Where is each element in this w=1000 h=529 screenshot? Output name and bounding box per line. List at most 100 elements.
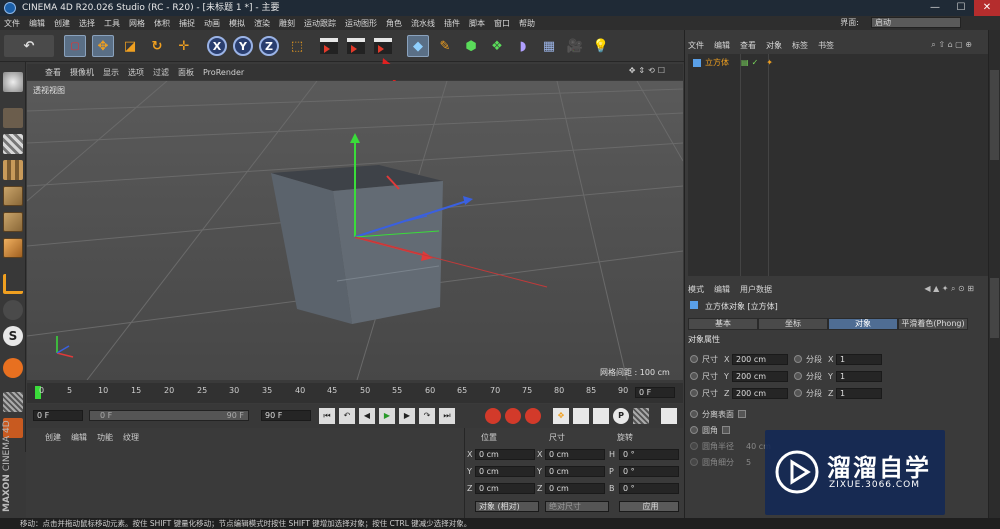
mat-menu-create[interactable]: 创建: [45, 432, 61, 443]
anim-dot-icon[interactable]: [690, 426, 698, 434]
live-selection-button[interactable]: ▢: [64, 35, 86, 57]
vp-menu-display[interactable]: 显示: [103, 67, 119, 78]
go-to-start-button[interactable]: ⏮: [319, 408, 335, 424]
keyframe-selection-icon[interactable]: [525, 408, 541, 424]
anim-dot-icon[interactable]: [690, 410, 698, 418]
menu-pipeline[interactable]: 流水线: [411, 18, 435, 29]
deformer-button[interactable]: ◗: [512, 35, 534, 57]
rotation-b-field[interactable]: 0 °: [619, 483, 679, 494]
texture-mode-button[interactable]: [3, 134, 23, 154]
layout-dropdown[interactable]: 启动: [871, 17, 961, 28]
mat-menu-function[interactable]: 功能: [97, 432, 113, 443]
attr-menu-userdata[interactable]: 用户数据: [740, 284, 772, 295]
menu-mograph[interactable]: 运动图形: [345, 18, 377, 29]
side-tab-strip[interactable]: [988, 30, 1000, 529]
timeline-window-icon[interactable]: [661, 408, 677, 424]
cube-object[interactable]: [271, 165, 443, 324]
anim-dot-icon[interactable]: [690, 442, 698, 450]
menu-volume[interactable]: 体积: [154, 18, 170, 29]
camera-button[interactable]: 🎥: [564, 35, 586, 57]
axis-mode-button[interactable]: [3, 274, 23, 294]
locked-workplane-button[interactable]: [3, 392, 23, 412]
enable-snap-button[interactable]: [3, 358, 23, 378]
obj-menu-tags[interactable]: 标签: [792, 40, 808, 51]
floor-button[interactable]: ▦: [538, 35, 560, 57]
render-picture-viewer-button[interactable]: [345, 35, 367, 57]
attr-menu-edit[interactable]: 编辑: [714, 284, 730, 295]
polygons-mode-button[interactable]: [3, 238, 23, 258]
side-tab-objects[interactable]: [990, 70, 999, 160]
obj-menu-view[interactable]: 查看: [740, 40, 756, 51]
rotate-tool-button[interactable]: ↻: [146, 35, 168, 57]
rotation-h-field[interactable]: 0 °: [619, 449, 679, 460]
model-mode-button[interactable]: [3, 108, 23, 128]
scale-tool-button[interactable]: ◪: [119, 35, 141, 57]
segments-y-input[interactable]: 1: [836, 370, 882, 382]
vp-menu-prorender[interactable]: ProRender: [203, 68, 244, 77]
menu-create[interactable]: 创建: [54, 18, 70, 29]
menu-render[interactable]: 渲染: [254, 18, 270, 29]
menu-file[interactable]: 文件: [4, 18, 20, 29]
render-settings-button[interactable]: [372, 35, 394, 57]
size-z-input[interactable]: 200 cm: [732, 387, 788, 399]
frame-range-slider[interactable]: 0 F 90 F: [89, 410, 249, 421]
vp-menu-camera[interactable]: 摄像机: [70, 67, 94, 78]
next-frame-button[interactable]: ▶: [399, 408, 415, 424]
undo-button[interactable]: ↶: [4, 35, 54, 57]
x-axis-button[interactable]: X: [206, 35, 228, 57]
phong-tag-icon[interactable]: ✦: [766, 58, 773, 67]
pen-spline-button[interactable]: ✎: [434, 35, 456, 57]
menu-character[interactable]: 角色: [386, 18, 402, 29]
end-frame-field[interactable]: 90 F: [261, 410, 311, 421]
apply-button[interactable]: 应用: [619, 501, 679, 512]
start-frame-field[interactable]: 0 F: [33, 410, 83, 421]
attr-nav-icons[interactable]: ◀ ▲ ✦ ⌕ ⊙ ⊞: [924, 284, 974, 294]
menu-window[interactable]: 窗口: [494, 18, 510, 29]
vp-menu-panel[interactable]: 面板: [178, 67, 194, 78]
segments-x-input[interactable]: 1: [836, 353, 882, 365]
attr-menu-mode[interactable]: 模式: [688, 284, 704, 295]
maximize-button[interactable]: ☐: [948, 0, 974, 16]
prev-key-button[interactable]: ↶: [339, 408, 355, 424]
anim-dot-icon[interactable]: [794, 372, 802, 380]
menu-snap[interactable]: 捕捉: [179, 18, 195, 29]
points-mode-button[interactable]: [3, 186, 23, 206]
size-mode-dropdown[interactable]: 绝对尺寸: [545, 501, 609, 512]
snap-button[interactable]: S: [3, 326, 23, 346]
transform-tool-button[interactable]: ✛: [173, 35, 195, 57]
anim-dot-icon[interactable]: [690, 458, 698, 466]
go-to-end-button[interactable]: ⏭: [439, 408, 455, 424]
anim-dot-icon[interactable]: [794, 389, 802, 397]
size-x-field[interactable]: 0 cm: [545, 449, 605, 460]
tweak-mode-button[interactable]: [3, 300, 23, 320]
fillet-checkbox[interactable]: [722, 426, 730, 434]
obj-menu-edit[interactable]: 编辑: [714, 40, 730, 51]
anim-dot-icon[interactable]: [794, 355, 802, 363]
menu-animate[interactable]: 动画: [204, 18, 220, 29]
light-button[interactable]: 💡: [590, 35, 612, 57]
anim-dot-icon[interactable]: [690, 372, 698, 380]
array-button[interactable]: ❖: [486, 35, 508, 57]
scale-key-icon[interactable]: [573, 408, 589, 424]
param-key-icon[interactable]: P: [613, 408, 629, 424]
anim-dot-icon[interactable]: [690, 389, 698, 397]
render-view-button[interactable]: [318, 35, 340, 57]
obj-menu-bookmarks[interactable]: 书签: [818, 40, 834, 51]
y-axis-button[interactable]: Y: [232, 35, 254, 57]
object-list[interactable]: [688, 54, 988, 276]
cube-object-button[interactable]: ◆: [407, 35, 429, 57]
timeline[interactable]: 0 5 10 15 20 25 30 35 40 45 50 55 60 65 …: [27, 383, 683, 403]
tab-coord[interactable]: 坐标: [758, 318, 828, 330]
edges-mode-button[interactable]: [3, 212, 23, 232]
mat-menu-edit[interactable]: 编辑: [71, 432, 87, 443]
vp-menu-options[interactable]: 选项: [128, 67, 144, 78]
tab-basic[interactable]: 基本: [688, 318, 758, 330]
position-z-field[interactable]: 0 cm: [475, 483, 535, 494]
menu-script[interactable]: 脚本: [469, 18, 485, 29]
move-tool-button[interactable]: ✥: [92, 35, 114, 57]
position-y-field[interactable]: 0 cm: [475, 466, 535, 477]
record-keys-icon[interactable]: [485, 408, 501, 424]
workplane-mode-button[interactable]: [3, 160, 23, 180]
obj-menu-file[interactable]: 文件: [688, 40, 704, 51]
rotate-key-icon[interactable]: [593, 408, 609, 424]
